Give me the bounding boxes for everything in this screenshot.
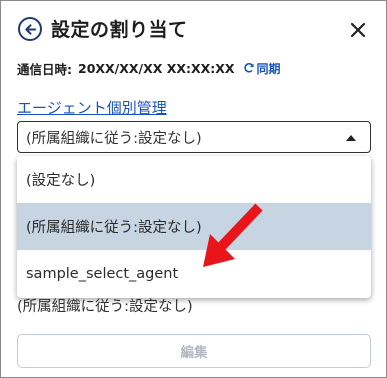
- close-button[interactable]: [347, 19, 369, 41]
- agent-setting-select[interactable]: (所属組織に従う:設定なし): [17, 121, 371, 153]
- sync-label: 同期: [256, 61, 281, 76]
- page-title: 設定の割り当て: [51, 19, 188, 41]
- select-selected-value: (所属組織に従う:設定なし): [26, 130, 202, 147]
- panel-header: 設定の割り当て: [1, 1, 386, 57]
- agent-individual-management-link[interactable]: エージェント個別管理: [17, 97, 167, 118]
- dropdown-option-follow-org[interactable]: (所属組織に従う:設定なし): [17, 203, 371, 250]
- back-button[interactable]: [18, 17, 42, 41]
- datetime-label: 通信日時:: [17, 61, 72, 77]
- caret-up-icon[interactable]: [346, 135, 356, 141]
- assignment-panel: 設定の割り当て 通信日時: 20XX/XX/XX XX:XX:XX 同期 エージ…: [0, 0, 387, 378]
- datetime-value: 20XX/XX/XX XX:XX:XX: [78, 60, 235, 76]
- dropdown-option-sample-agent[interactable]: sample_select_agent: [17, 250, 371, 297]
- dropdown-option-none[interactable]: (設定なし): [17, 156, 371, 203]
- edit-button[interactable]: 編集: [17, 334, 371, 368]
- close-icon: [350, 22, 366, 38]
- refresh-icon: [243, 63, 254, 73]
- current-setting-value: (所属組織に従う:設定なし): [17, 295, 193, 316]
- sync-button[interactable]: 同期: [243, 60, 281, 77]
- communication-datetime-row: 通信日時: 20XX/XX/XX XX:XX:XX 同期: [17, 59, 281, 77]
- select-dropdown-list: (設定なし) (所属組織に従う:設定なし) sample_select_agen…: [17, 156, 371, 298]
- arrow-left-circle-icon: [24, 23, 36, 35]
